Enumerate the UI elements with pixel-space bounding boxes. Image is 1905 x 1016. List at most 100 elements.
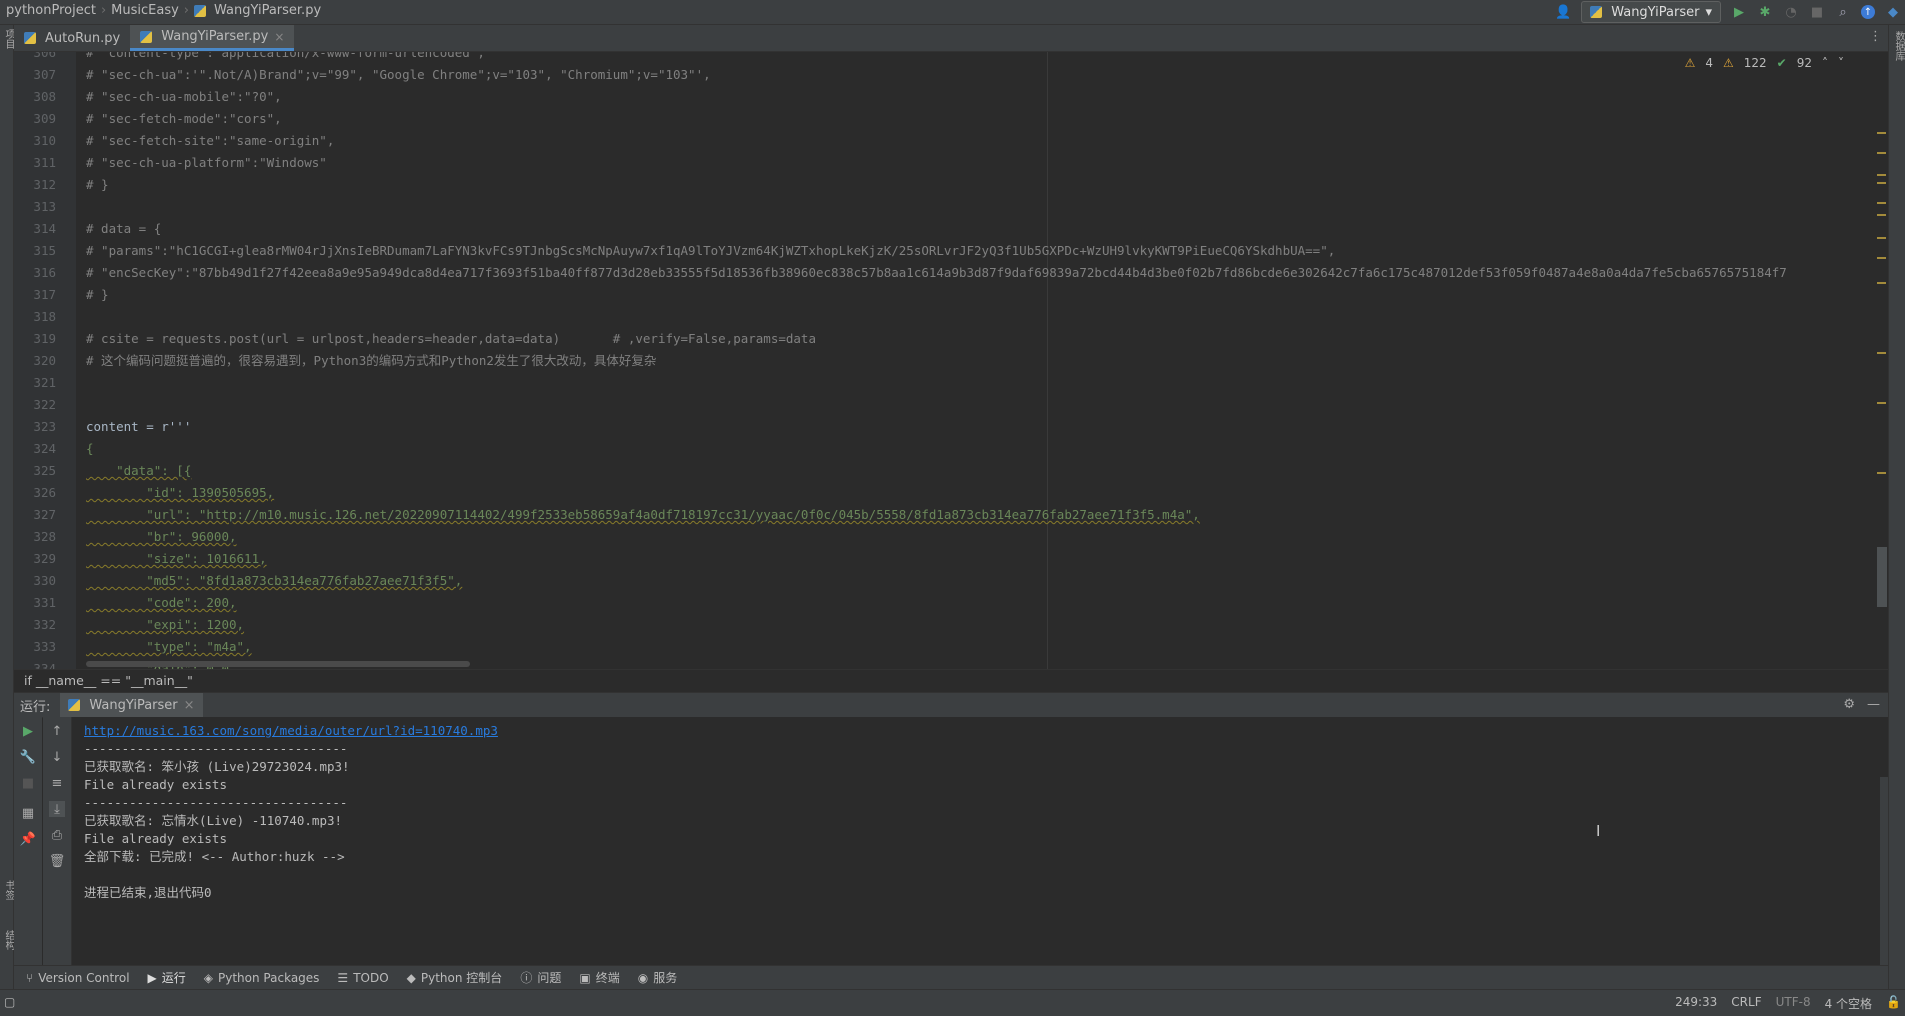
wrench-icon[interactable]: 🔧 <box>20 749 36 765</box>
debug-icon[interactable]: ✱ <box>1757 4 1773 20</box>
line-number: 331 <box>33 595 56 610</box>
breadcrumb-file[interactable]: WangYiParser.py <box>214 3 321 18</box>
caret-position[interactable]: 249:33 <box>1675 995 1717 1012</box>
tab-autorun[interactable]: AutoRun.py <box>14 25 130 51</box>
tab-python-packages[interactable]: ◈ Python Packages <box>204 971 320 985</box>
code-line: # "sec-fetch-mode":"cors", <box>86 111 282 126</box>
code-editor[interactable]: 306 307 308 309 310 311 312 313 314 315 316 317 318 3… <box>14 52 1888 669</box>
editor-breadcrumb[interactable]: if __name__ == "__main__" <box>14 669 1888 691</box>
tab-services[interactable]: ◉ 服务 <box>638 969 678 986</box>
update-icon[interactable]: ↑ <box>1861 5 1875 19</box>
line-number: 308 <box>33 89 56 104</box>
weak-warning-icon: ⚠ <box>1722 56 1734 70</box>
database-tool-label[interactable]: 数据库 <box>1891 31 1905 61</box>
status-bar: ▢ 249:33 CRLF UTF-8 4 个空格 🔓 <box>0 989 1905 1016</box>
line-number: 322 <box>33 397 56 412</box>
stop-icon[interactable]: ■ <box>1809 4 1825 20</box>
console-line: 进程已结束,退出代码0 <box>84 885 212 900</box>
info-icon: ⓘ <box>520 971 533 985</box>
ide-logo-icon[interactable]: ◆ <box>1885 4 1901 20</box>
tab-label: Version Control <box>38 970 130 985</box>
run-configuration-label: WangYiParser <box>1611 4 1700 20</box>
tab-wangyiparser[interactable]: WangYiParser.py × <box>130 25 295 51</box>
user-icon[interactable]: 👤 <box>1555 4 1571 20</box>
code-line: # "params":"hC1GCGI+glea8rMW04rJjXnsIeBR… <box>86 243 1336 258</box>
navigation-bar: pythonProject › MusicEasy › WangYiParser… <box>0 0 1905 25</box>
tab-problems[interactable]: ⓘ 问题 <box>520 969 561 986</box>
python-file-icon <box>140 30 153 43</box>
scroll-to-end-icon[interactable]: ⤓ <box>49 801 65 817</box>
branch-icon: ⑂ <box>26 970 34 985</box>
trash-icon[interactable]: 🗑 <box>49 853 66 869</box>
breadcrumb-project[interactable]: pythonProject <box>6 3 96 18</box>
weak-warning-count: 122 <box>1743 56 1767 70</box>
line-number: 316 <box>33 265 56 280</box>
bottom-tool-tabs: ⑂ Version Control ▶ 运行 ◈ Python Packages ☰ T… <box>14 965 1888 989</box>
code-line: # "encSecKey":"87bb49d1f27f42eea8a9e95a9… <box>86 265 1787 280</box>
more-vertical-icon[interactable]: ⋮ <box>1869 29 1882 44</box>
python-file-icon <box>68 699 81 711</box>
chevron-right-icon: › <box>100 3 107 18</box>
gear-icon[interactable]: ⚙ <box>1843 697 1855 712</box>
run-tab-label: WangYiParser <box>89 697 178 713</box>
line-number: 317 <box>33 287 56 302</box>
indent-setting[interactable]: 4 个空格 <box>1825 995 1872 1012</box>
line-number-gutter: 306 307 308 309 310 311 312 313 314 315 316 317 318 3… <box>14 52 76 669</box>
close-icon[interactable]: × <box>274 30 284 44</box>
line-number: 312 <box>33 177 56 192</box>
tab-version-control[interactable]: ⑂ Version Control <box>26 971 130 985</box>
python-icon: ◆ <box>406 970 416 985</box>
line-number: 307 <box>33 67 56 82</box>
tab-todo[interactable]: ☰ TODO <box>337 971 388 985</box>
tab-python-console[interactable]: ◆ Python 控制台 <box>407 969 503 986</box>
vertical-scrollbar[interactable] <box>1876 52 1888 669</box>
inspection-widget[interactable]: ⚠ 4 ⚠ 122 ✔ 92 ˄ ˅ <box>1685 56 1844 70</box>
scroll-thumb[interactable] <box>1877 547 1887 607</box>
run-console[interactable]: http://music.163.com/song/media/outer/ur… <box>72 717 1888 965</box>
arrow-down-icon[interactable]: ↓ <box>49 749 65 765</box>
horizontal-scrollbar[interactable] <box>86 661 470 667</box>
chevron-up-icon[interactable]: ˄ <box>1822 56 1828 70</box>
layout-icon[interactable]: ▦ <box>20 805 36 821</box>
chevron-down-icon: ▾ <box>1705 4 1712 20</box>
line-number: 319 <box>33 331 56 346</box>
line-number: 332 <box>33 617 56 632</box>
search-icon[interactable]: ⌕ <box>1835 4 1851 20</box>
rerun-icon[interactable]: ▶ <box>20 723 36 739</box>
line-number: 321 <box>33 375 56 390</box>
line-number: 330 <box>33 573 56 588</box>
soft-wrap-icon[interactable]: ≡ <box>49 775 65 791</box>
close-icon[interactable]: × <box>184 698 195 713</box>
code-line: "br": 96000, <box>86 529 237 544</box>
code-line: "type": "m4a", <box>86 639 252 654</box>
code-line: "data": [{ <box>86 463 192 478</box>
minimize-icon[interactable]: — <box>1867 697 1880 712</box>
stop-icon[interactable]: ■ <box>20 775 36 791</box>
python-file-icon <box>24 32 36 44</box>
run-icon[interactable]: ▶ <box>1731 4 1747 20</box>
code-line: # csite = requests.post(url = urlpost,he… <box>86 331 816 346</box>
run-actions-primary: ▶ 🔧 ■ ▦ 📌 <box>14 717 42 965</box>
run-tab-wangyiparser[interactable]: WangYiParser × <box>60 693 203 717</box>
run-icon: ▶ <box>147 970 157 985</box>
line-number: 324 <box>33 441 56 456</box>
tab-label: AutoRun.py <box>45 30 121 46</box>
toggle-tool-windows-icon[interactable]: ▢ <box>4 995 15 1009</box>
pin-icon[interactable]: 📌 <box>20 831 36 847</box>
tab-run[interactable]: ▶ 运行 <box>148 969 186 986</box>
chevron-down-icon[interactable]: ˅ <box>1838 56 1844 70</box>
print-icon[interactable]: ⎙ <box>49 827 65 843</box>
run-configuration-select[interactable]: WangYiParser ▾ <box>1581 1 1721 23</box>
python-file-icon <box>194 4 206 17</box>
file-encoding[interactable]: UTF-8 <box>1776 995 1811 1012</box>
arrow-up-icon[interactable]: ↑ <box>49 723 65 739</box>
breadcrumb-folder[interactable]: MusicEasy <box>111 3 179 18</box>
lock-icon[interactable]: 🔓 <box>1886 995 1901 1012</box>
coverage-icon[interactable]: ◔ <box>1783 4 1799 20</box>
line-separator[interactable]: CRLF <box>1731 995 1761 1012</box>
console-scrollbar[interactable] <box>1880 777 1888 965</box>
list-icon: ☰ <box>337 970 349 985</box>
tab-terminal[interactable]: ▣ 终端 <box>579 969 619 986</box>
toolbar: 👤 WangYiParser ▾ ▶ ✱ ◔ ■ ⌕ ↑ ◆ <box>1555 0 1905 24</box>
text-cursor-icon: I <box>1596 822 1601 840</box>
